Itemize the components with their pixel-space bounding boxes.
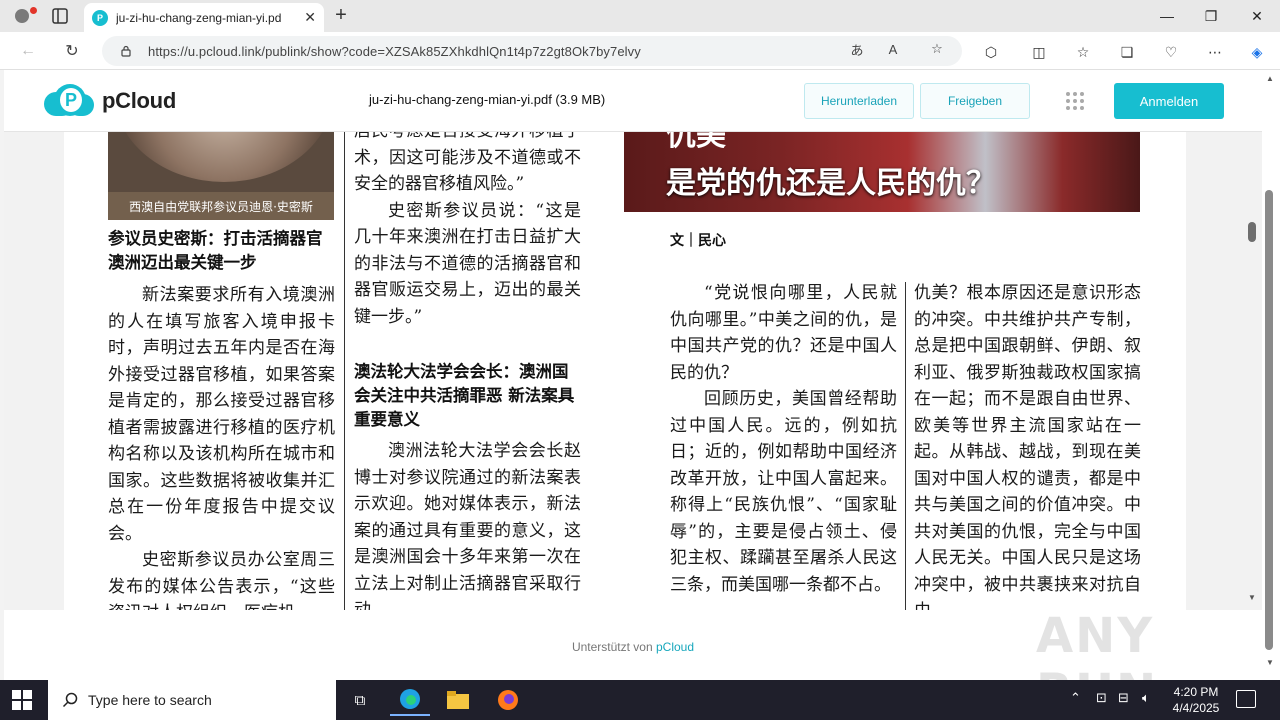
search-icon xyxy=(62,692,78,708)
article-column-3: “党说恨向哪里，人民就仇向哪里。”中美之间的仇，是中国共产党的仇？还是中国人民的… xyxy=(670,280,897,598)
page-scrollbar[interactable]: ▲ ▼ xyxy=(1262,70,1280,680)
windows-start-icon[interactable] xyxy=(12,690,32,710)
extensions-icon[interactable]: ⬡ xyxy=(980,41,1002,63)
file-name: ju-zi-hu-chang-zeng-mian-yi.pdf (3.9 MB) xyxy=(369,92,606,107)
footer-pcloud-link[interactable]: pCloud xyxy=(656,640,694,654)
pdf-viewer[interactable]: 西澳自由党联邦参议员迪恩·史密斯 参议员史密斯：打击活摘器官 澳洲迈出最关键一步… xyxy=(4,132,1262,610)
close-tab-icon[interactable]: ✕ xyxy=(304,9,316,26)
firefox-icon[interactable] xyxy=(488,684,528,716)
pdf-scroll-down-icon[interactable]: ▼ xyxy=(1248,593,1256,602)
read-aloud-icon[interactable]: A xyxy=(882,38,904,60)
banner-title-line-2: 是党的仇还是人民的仇？ xyxy=(666,166,996,201)
pcloud-header: P pCloud ju-zi-hu-chang-zeng-mian-yi.pdf… xyxy=(4,70,1262,132)
paragraph: 史密斯参议员说：“这是几十年来澳洲在打击日益扩大的非法与不道德的活摘器官和器官贩… xyxy=(354,200,581,327)
volume-icon[interactable]: 🔈︎ xyxy=(1142,690,1150,706)
device-icon[interactable]: ⊡ xyxy=(1096,690,1107,706)
column-divider xyxy=(905,282,906,610)
copilot-icon[interactable]: ◈ xyxy=(1246,41,1268,63)
active-tab[interactable]: P ju-zi-hu-chang-zeng-mian-yi.pd ✕ xyxy=(84,3,324,32)
section-heading: 参议员史密斯：打击活摘器官 澳洲迈出最关键一步 xyxy=(108,229,323,272)
network-icon[interactable]: ⊟ xyxy=(1118,690,1129,706)
brand-name: pCloud xyxy=(102,88,176,113)
notification-dot xyxy=(30,7,37,14)
url-text: https://u.pcloud.link/publink/show?code=… xyxy=(148,43,641,59)
paragraph: 回顾历史，美国曾经帮助过中国人民。远的，例如抗日；近的，例如帮助中国经济改革开放… xyxy=(670,389,897,595)
notifications-icon[interactable] xyxy=(1236,690,1256,708)
column-divider xyxy=(344,132,345,610)
windows-taskbar: Type here to search ⧉ ⌃ ⊡ ⊟ 🔈︎ 4:20 PM 4… xyxy=(0,680,1280,720)
tab-title: ju-zi-hu-chang-zeng-mian-yi.pd xyxy=(116,10,282,25)
pdf-scrollbar-thumb[interactable] xyxy=(1248,222,1256,242)
tab-strip: P ju-zi-hu-chang-zeng-mian-yi.pd ✕ + — ❐… xyxy=(0,0,1280,32)
window-close-icon[interactable]: ✕ xyxy=(1234,0,1280,32)
clock-time: 4:20 PM xyxy=(1173,685,1219,699)
paragraph: 新法案要求所有入境澳洲的人在填写旅客入境申报卡时，声明过去五年内是否在海外接受过… xyxy=(108,285,335,544)
split-screen-icon[interactable]: ◫ xyxy=(1028,41,1050,63)
scrollbar-thumb[interactable] xyxy=(1265,190,1273,650)
refresh-icon[interactable]: ↻ xyxy=(60,39,84,63)
article-column-4: 仇美？根本原因还是意识形态的冲突。中共维护共产专制，总是把中国跟朝鲜、伊朗、叙利… xyxy=(914,280,1141,610)
paragraph: 居民考虑是否接受海外移植手术，因这可能涉及不道德或不安全的器官移植风险。” xyxy=(354,132,581,194)
tab-actions-icon[interactable] xyxy=(50,6,70,26)
system-clock[interactable]: 4:20 PM 4/4/2025 xyxy=(1164,684,1228,716)
file-explorer-icon[interactable] xyxy=(438,684,478,716)
byline: 文｜民心 xyxy=(670,233,726,249)
user-icon xyxy=(15,9,29,23)
url-field[interactable]: https://u.pcloud.link/publink/show?code=… xyxy=(102,36,962,66)
footer-prefix: Unterstützt von xyxy=(571,640,653,654)
back-icon[interactable]: ← xyxy=(16,39,40,63)
clock-date: 4/4/2025 xyxy=(1172,701,1220,715)
paragraph: 仇美？根本原因还是意识形态的冲突。中共维护共产专制，总是把中国跟朝鲜、伊朗、叙利… xyxy=(914,283,1141,610)
pcloud-logo[interactable]: P pCloud xyxy=(44,84,176,118)
minimize-icon[interactable]: — xyxy=(1144,0,1190,32)
task-view-icon[interactable]: ⧉ xyxy=(340,684,380,716)
paragraph: 史密斯参议员办公室周三发布的媒体公告表示，“这些资讯对人权组织、医疗机 xyxy=(108,550,335,610)
section-heading: 澳法轮大法学会会长：澳洲国会关注中共活摘罪恶 新法案具重要意义 xyxy=(354,362,575,429)
taskbar-search[interactable]: Type here to search xyxy=(48,680,336,720)
apps-grid-icon[interactable] xyxy=(1066,92,1084,110)
translate-icon[interactable]: あ xyxy=(846,38,868,60)
collections-icon[interactable]: ❏ xyxy=(1116,41,1138,63)
scroll-up-icon[interactable]: ▲ xyxy=(1266,74,1274,83)
favorite-star-icon[interactable]: ☆ xyxy=(926,38,948,60)
senator-photo: 西澳自由党联邦参议员迪恩·史密斯 xyxy=(108,132,334,220)
search-placeholder: Type here to search xyxy=(88,692,212,708)
pcloud-cloud-icon: P xyxy=(44,84,96,118)
login-button[interactable]: Anmelden xyxy=(1114,83,1224,119)
edge-browser-icon[interactable] xyxy=(390,684,430,716)
article-banner-image: 仇美 是党的仇还是人民的仇？ xyxy=(624,132,1140,212)
pdf-page: 西澳自由党联邦参议员迪恩·史密斯 参议员史密斯：打击活摘器官 澳洲迈出最关键一步… xyxy=(64,132,1186,610)
profile-button[interactable] xyxy=(8,4,37,28)
article-column-2: 居民考虑是否接受海外移植手术，因这可能涉及不道德或不安全的器官移植风险。” 史密… xyxy=(354,132,581,610)
lock-icon xyxy=(121,45,131,57)
tray-chevron-icon[interactable]: ⌃ xyxy=(1070,690,1081,706)
paragraph: 澳洲法轮大法学会会长赵博士对参议院通过的新法案表示欢迎。她对媒体表示，新法案的通… xyxy=(354,441,581,610)
new-tab-icon[interactable]: + xyxy=(330,4,352,26)
banner-title-line-1: 仇美 xyxy=(666,132,726,153)
download-button[interactable]: Herunterladen xyxy=(804,83,914,119)
article-column-1: 参议员史密斯：打击活摘器官 澳洲迈出最关键一步 新法案要求所有入境澳洲的人在填写… xyxy=(108,227,335,610)
photo-caption: 西澳自由党联邦参议员迪恩·史密斯 xyxy=(108,192,334,220)
performance-icon[interactable]: ♡ xyxy=(1160,41,1182,63)
share-button[interactable]: Freigeben xyxy=(920,83,1030,119)
maximize-icon[interactable]: ❐ xyxy=(1188,0,1234,32)
paragraph: “党说恨向哪里，人民就仇向哪里。”中美之间的仇，是中国共产党的仇？还是中国人民的… xyxy=(670,283,897,383)
favorites-icon[interactable]: ☆ xyxy=(1072,41,1094,63)
pcloud-favicon-icon: P xyxy=(92,9,108,26)
more-menu-icon[interactable]: ⋯ xyxy=(1204,41,1226,63)
